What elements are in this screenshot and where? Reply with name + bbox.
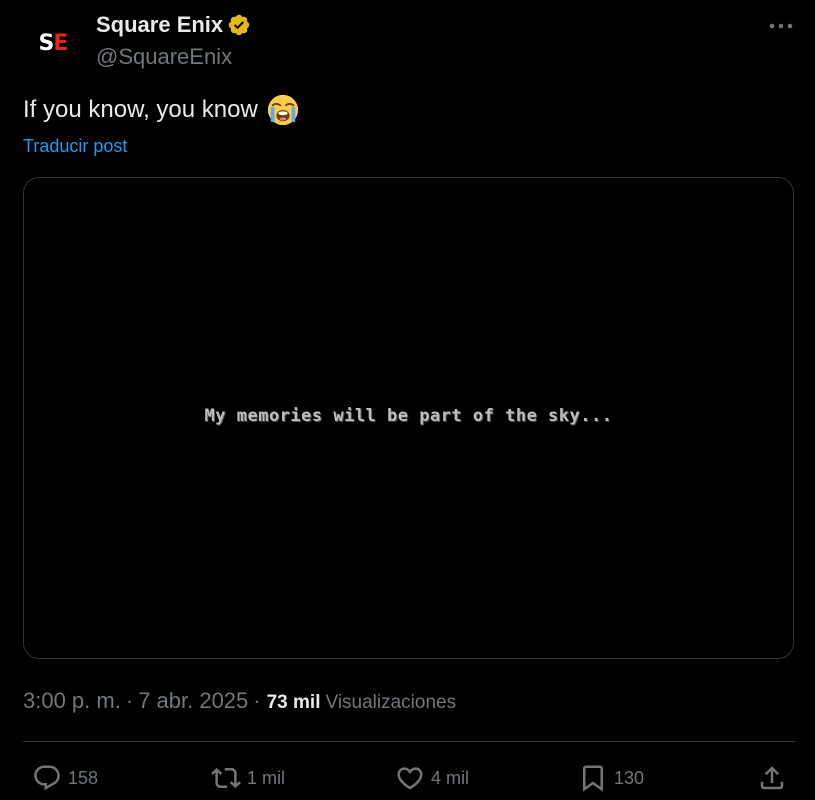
repost-count: 1 mil: [247, 767, 286, 788]
bookmark-button[interactable]: 130: [578, 760, 644, 796]
avatar[interactable]: SE: [22, 16, 84, 70]
views-label: Visualizaciones: [325, 692, 457, 713]
more-horizontal-icon: [769, 23, 793, 29]
loudly-crying-face-icon: [267, 94, 298, 126]
author-name-row: Square Enix: [96, 11, 251, 39]
verified-badge-icon: [228, 14, 250, 36]
reply-button[interactable]: 158: [32, 760, 98, 796]
post-text-row: If you know, you know: [23, 93, 300, 127]
heart-icon: [397, 767, 423, 790]
square-enix-logo: SE: [38, 30, 69, 56]
share-icon: [760, 766, 784, 790]
post-date[interactable]: 7 abr. 2025: [138, 686, 248, 716]
share-button[interactable]: [757, 760, 787, 796]
repost-icon: [211, 767, 241, 789]
display-name[interactable]: Square Enix: [96, 11, 223, 39]
reply-icon: [34, 765, 60, 791]
post-meta: 3:00 p. m. · 7 abr. 2025 · 73 mil Visual…: [23, 686, 456, 718]
like-button[interactable]: 4 mil: [395, 760, 469, 796]
handle[interactable]: @SquareEnix: [96, 43, 232, 71]
bookmark-count: 130: [614, 767, 645, 788]
more-options-button[interactable]: [767, 14, 795, 38]
views-count: 73 mil: [266, 692, 321, 713]
divider: [23, 741, 796, 742]
bookmark-icon: [583, 765, 603, 792]
meta-separator: ·: [125, 688, 134, 713]
post-time[interactable]: 3:00 p. m.: [23, 686, 121, 716]
media-caption-text: My memories will be part of the sky...: [204, 406, 613, 426]
reply-count: 158: [68, 767, 99, 788]
post-media[interactable]: My memories will be part of the sky...: [23, 177, 794, 659]
like-count: 4 mil: [431, 767, 470, 788]
post-text: If you know, you know: [23, 96, 258, 123]
meta-separator: ·: [253, 688, 261, 713]
repost-button[interactable]: 1 mil: [211, 760, 285, 796]
translate-post-link[interactable]: Traducir post: [23, 134, 127, 158]
